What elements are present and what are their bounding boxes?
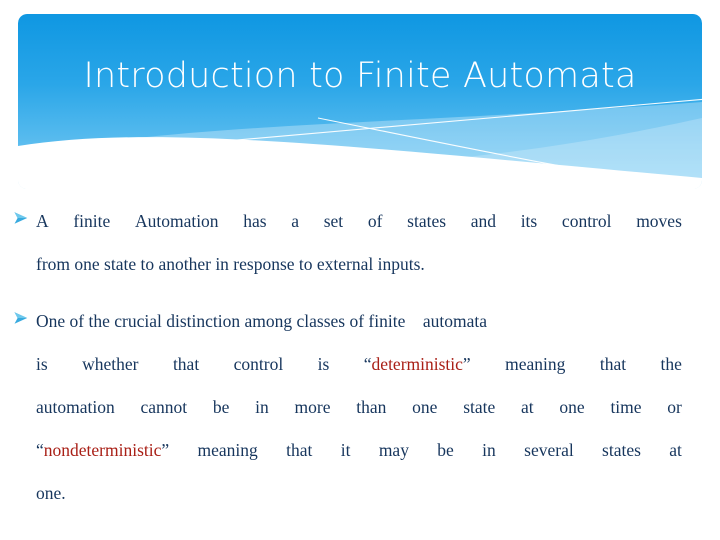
highlighted-term-deterministic: “deterministic” [363, 354, 471, 374]
word: control [233, 354, 284, 374]
word: is [36, 354, 48, 374]
word: that [172, 354, 200, 374]
page-title: Introduction to Finite Automata [83, 56, 637, 96]
bullet-item-1: A finite Automation has a set of states … [0, 200, 720, 286]
word: A [36, 211, 49, 231]
bullet-2-line-2: is whether that control is “deterministi… [36, 343, 682, 386]
bullet-2-line-5: one. [36, 483, 66, 503]
word: in [255, 397, 269, 417]
word: meaning [505, 354, 566, 374]
word: states [407, 211, 447, 231]
word: finite [73, 211, 111, 231]
bullet-2-line-3: automation cannot be in more than one st… [36, 386, 682, 429]
bullet-2-line-4: “nondeterministic” meaning that it may b… [36, 429, 682, 472]
bullet-2-line-1: One of the crucial distinction among cla… [36, 311, 487, 331]
highlight-word: nondeterministic [43, 440, 162, 460]
word: states [602, 440, 641, 460]
word: may [378, 440, 409, 460]
word: and [470, 211, 496, 231]
arrow-bullet-icon [12, 309, 30, 327]
banner-wave-graphic [18, 14, 702, 189]
word: Automation [134, 211, 219, 231]
bullet-text-2: One of the crucial distinction among cla… [36, 300, 682, 515]
word: than [356, 397, 387, 417]
word: control [561, 211, 612, 231]
word: of [367, 211, 383, 231]
word: state [463, 397, 496, 417]
word: more [294, 397, 331, 417]
arrow-bullet-icon [12, 209, 30, 227]
word: be [437, 440, 454, 460]
word: that [286, 440, 313, 460]
word: set [323, 211, 344, 231]
word: be [212, 397, 230, 417]
word: it [340, 440, 351, 460]
word: that [599, 354, 627, 374]
word: several [524, 440, 574, 460]
word: is [317, 354, 330, 374]
presentation-slide: Introduction to Finite Automata A finite… [0, 0, 720, 540]
highlight-word: deterministic [371, 354, 463, 374]
word: at [521, 397, 534, 417]
word: the [660, 354, 682, 374]
word: at [669, 440, 682, 460]
bullet-text-1: A finite Automation has a set of states … [36, 200, 682, 286]
word: automation [36, 397, 115, 417]
highlighted-term-nondeterministic: “nondeterministic” [36, 440, 170, 460]
word: meaning [197, 440, 258, 460]
slide-body: A finite Automation has a set of states … [0, 200, 720, 515]
bullet-1-line-1: A finite Automation has a set of states … [36, 200, 682, 243]
bullet-1-line-2: from one state to another in response to… [36, 254, 425, 274]
slide-header-banner [18, 14, 702, 189]
word: cannot [140, 397, 188, 417]
word: in [482, 440, 496, 460]
word: time [610, 397, 642, 417]
word: a [291, 211, 300, 231]
word: one [412, 397, 438, 417]
word: its [520, 211, 538, 231]
bullet-item-2: One of the crucial distinction among cla… [0, 300, 720, 515]
word: or [667, 397, 682, 417]
word: has [243, 211, 267, 231]
word: moves [636, 211, 682, 231]
word: whether [82, 354, 139, 374]
word: one [559, 397, 585, 417]
